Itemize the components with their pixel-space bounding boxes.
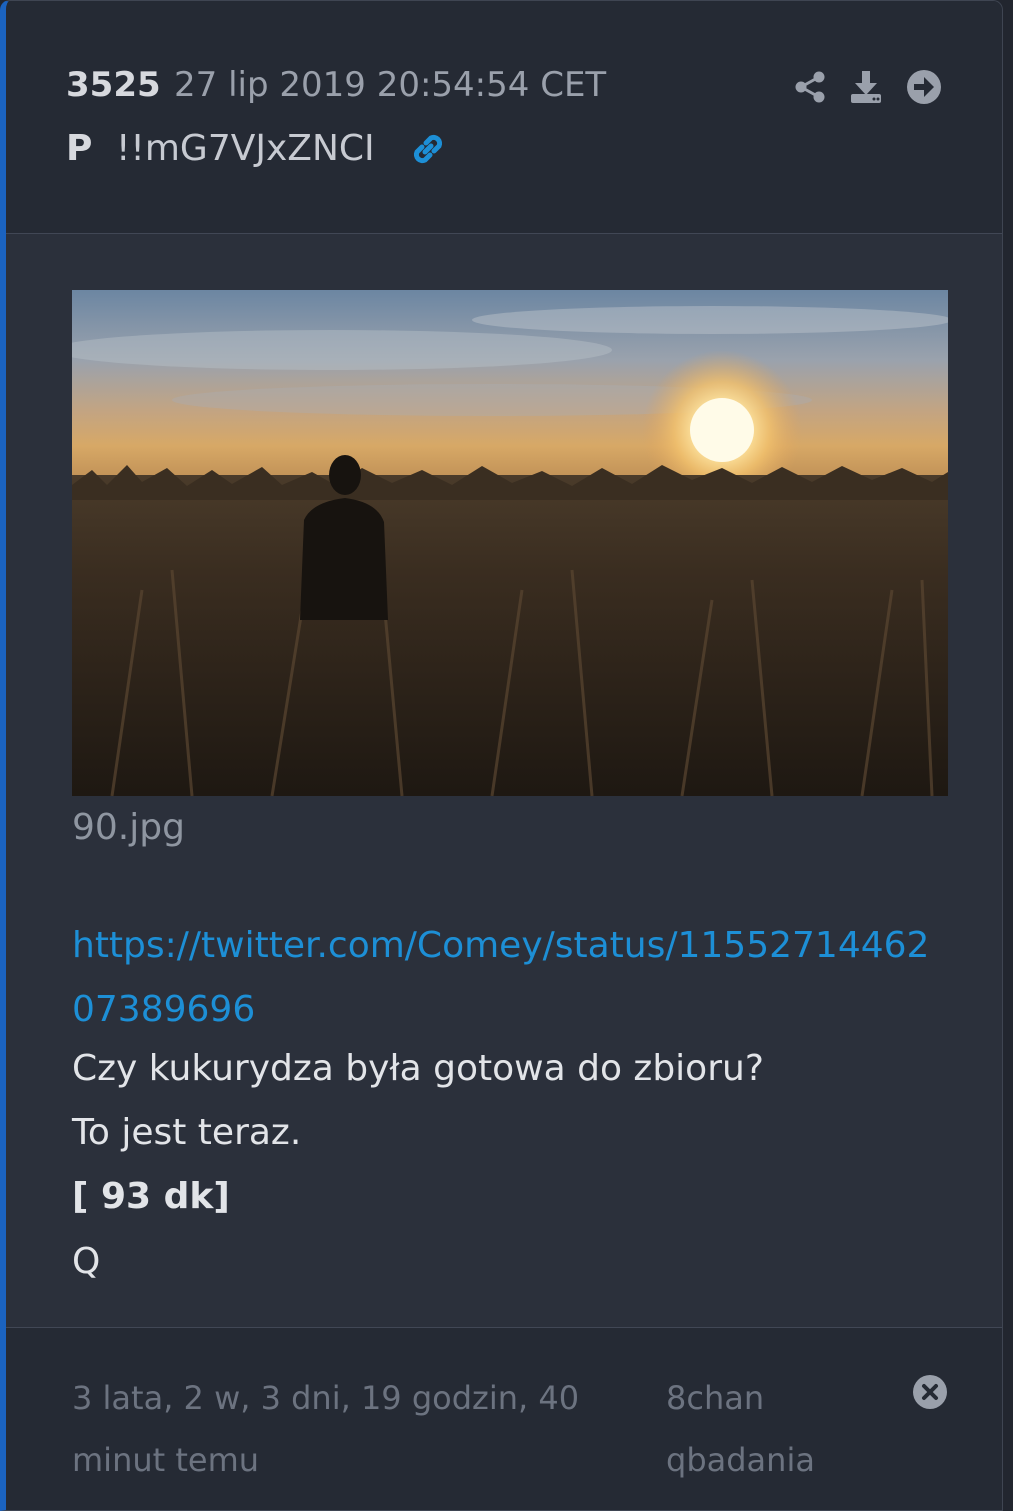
download-icon[interactable] bbox=[848, 69, 884, 105]
elapsed-time: 3 lata, 2 w, 3 dni, 19 godzin, 40 minut … bbox=[72, 1379, 580, 1479]
post-text-bold: [ 93 dk] bbox=[72, 1176, 230, 1217]
post-date: 27 lip 2019 20:54:54 CET bbox=[174, 65, 607, 105]
arrow-right-circle-icon[interactable] bbox=[906, 69, 942, 105]
post-text-line: Czy kukurydza była gotowa do zbioru? bbox=[72, 1048, 764, 1089]
post-author: P bbox=[66, 128, 93, 169]
post-header: 3525 27 lip 2019 20:54:54 CET P !!mG7VJx… bbox=[6, 1, 1002, 234]
post-text-line: To jest teraz. bbox=[72, 1112, 302, 1153]
post-signature: Q bbox=[72, 1241, 101, 1282]
post-tripcode: !!mG7VJxZNCI bbox=[116, 128, 375, 169]
post-number[interactable]: 3525 bbox=[66, 65, 161, 105]
close-icon[interactable] bbox=[912, 1374, 948, 1410]
tweet-link[interactable]: https://twitter.com/Comey/status/1155271… bbox=[72, 914, 952, 1042]
share-icon[interactable] bbox=[792, 69, 828, 105]
post-card: 3525 27 lip 2019 20:54:54 CET P !!mG7VJx… bbox=[0, 0, 1003, 1511]
link-icon[interactable] bbox=[406, 127, 450, 171]
board-name[interactable]: 8chan qbadania bbox=[666, 1367, 866, 1491]
post-image[interactable] bbox=[72, 290, 948, 796]
attachment-filename[interactable]: 90.jpg bbox=[72, 807, 185, 848]
